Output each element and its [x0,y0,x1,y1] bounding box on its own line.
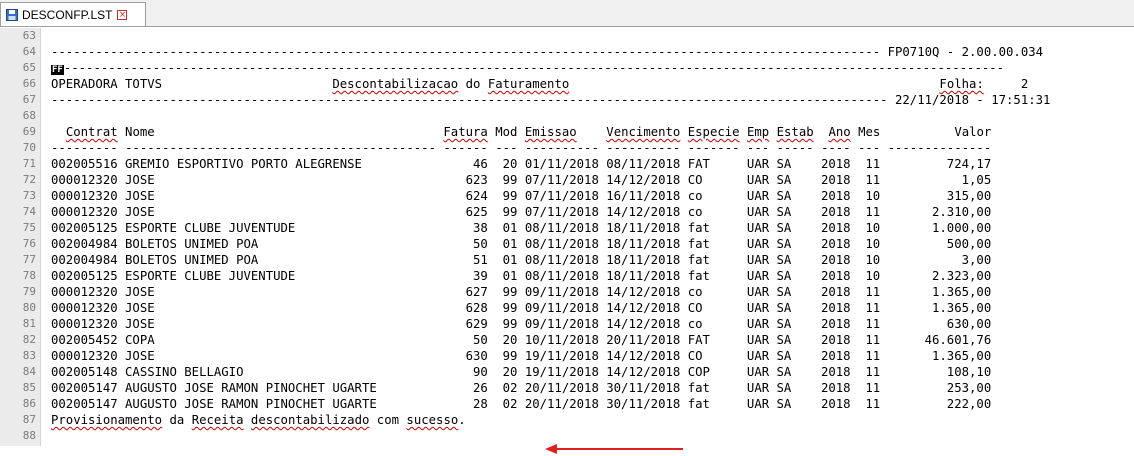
code-line: 002005125 ESPORTE CLUBE JUVENTUDE 39 01 … [51,268,991,284]
file-tab[interactable]: DESCONFP.LST × [0,2,146,26]
code-line: Contrat Nome Fatura Mod Emissao Vencimen… [51,124,992,140]
line-text: 002004984 BOLETOS UNIMED POA 50 01 08/11… [51,237,992,251]
line-number: 81 [22,317,36,330]
form-feed-marker: FF [51,65,64,75]
line-text: 002005125 ESPORTE CLUBE JUVENTUDE 39 01 … [51,269,992,283]
code-line: 000012320 JOSE 628 99 09/11/2018 14/12/2… [51,300,991,316]
line-number: 72 [22,173,36,186]
floppy-disk-icon [6,8,18,21]
line-text: Provisionamento da Receita descontabiliz… [51,413,466,427]
line-number: 65 [22,61,36,74]
line-text: 000012320 JOSE 630 99 19/11/2018 14/12/2… [51,349,992,363]
line-number: 70 [22,141,36,154]
line-text: --------- ------------------------------… [51,141,992,155]
line-text: 000012320 JOSE 629 99 09/11/2018 14/12/2… [51,317,992,331]
line-number-gutter: 63 64 65 66 67 68 69 70 71 72 73 74 75 76 77 78 79 80 81 82… [0,28,41,446]
line-text: 002005148 CASSINO BELLAGIO 90 20 19/11/2… [51,365,992,379]
code-line: 002005147 AUGUSTO JOSE RAMON PINOCHET UG… [51,380,991,396]
line-text: 002005516 GREMIO ESPORTIVO PORTO ALEGREN… [51,157,992,171]
line-text: 002004984 BOLETOS UNIMED POA 51 01 08/11… [51,253,992,267]
line-text: ----------------------------------------… [51,93,1051,107]
code-line: 002005516 GREMIO ESPORTIVO PORTO ALEGREN… [51,156,991,172]
line-number: 67 [22,93,36,106]
code-line: 000012320 JOSE 624 99 07/11/2018 16/11/2… [51,188,991,204]
code-line: 002004984 BOLETOS UNIMED POA 51 01 08/11… [51,252,991,268]
line-text: Contrat Nome Fatura Mod Emissao Vencimen… [65,125,992,139]
code-line: 000012320 JOSE 625 99 07/11/2018 14/12/2… [51,204,991,220]
line-text: 002005125 ESPORTE CLUBE JUVENTUDE 38 01 … [51,221,992,235]
code-line: ----------------------------------------… [51,44,1043,60]
tab-bar: DESCONFP.LST × [0,0,1134,27]
line-number: 88 [22,429,36,442]
line-text: 000012320 JOSE 627 99 09/11/2018 14/12/2… [51,285,992,299]
line-number: 68 [22,109,36,122]
line-text: 000012320 JOSE 625 99 07/11/2018 14/12/2… [51,205,992,219]
line-number: 74 [22,205,36,218]
text-editor[interactable]: 63 64 65 66 67 68 69 70 71 72 73 74 75 76 77 78 79 80 81 82… [0,28,1134,454]
code-line: OPERADORA TOTVS Descontabilizacao do Fat… [51,76,1028,92]
line-text: 002005452 COPA 50 20 10/11/2018 20/11/20… [51,333,992,347]
red-arrow-annotation [545,444,683,454]
line-number: 85 [22,381,36,394]
code-line: 000012320 JOSE 629 99 09/11/2018 14/12/2… [51,316,991,332]
line-text: 002005147 AUGUSTO JOSE RAMON PINOCHET UG… [51,397,992,411]
line-number: 79 [22,285,36,298]
line-number: 64 [22,45,36,58]
code-line: 000012320 JOSE 627 99 09/11/2018 14/12/2… [51,284,991,300]
line-text: 000012320 JOSE 628 99 09/11/2018 14/12/2… [51,301,992,315]
line-number: 82 [22,333,36,346]
line-number: 75 [22,221,36,234]
line-number: 66 [22,77,36,90]
code-line: --------- ------------------------------… [51,140,991,156]
line-number: 84 [22,365,36,378]
close-icon[interactable]: × [117,9,128,20]
line-number: 80 [22,301,36,314]
code-line: 000012320 JOSE 630 99 19/11/2018 14/12/2… [51,348,991,364]
line-number: 73 [22,189,36,202]
line-number: 69 [22,125,36,138]
line-text: ----------------------------------------… [51,45,1044,59]
line-number: 86 [22,397,36,410]
tab-title: DESCONFP.LST [22,7,113,22]
line-number: 76 [22,237,36,250]
code-line: 002005452 COPA 50 20 10/11/2018 20/11/20… [51,332,991,348]
line-text: 000012320 JOSE 623 99 07/11/2018 14/12/2… [51,173,992,187]
line-text: ----------------------------------------… [63,61,1005,75]
line-text: OPERADORA TOTVS Descontabilizacao do Fat… [51,77,1029,91]
line-number: 71 [22,157,36,170]
line-number: 83 [22,349,36,362]
code-line: Provisionamento da Receita descontabiliz… [51,412,466,428]
line-number: 87 [22,413,36,426]
line-number: 63 [22,29,36,42]
code-line: 002004984 BOLETOS UNIMED POA 50 01 08/11… [51,236,991,252]
code-line: ----------------------------------------… [51,92,1050,108]
code-line: 000012320 JOSE 623 99 07/11/2018 14/12/2… [51,172,991,188]
code-line: 002005147 AUGUSTO JOSE RAMON PINOCHET UG… [51,396,991,412]
line-number: 77 [22,253,36,266]
code-line: 002005125 ESPORTE CLUBE JUVENTUDE 38 01 … [51,220,991,236]
line-text: 000012320 JOSE 624 99 07/11/2018 16/11/2… [51,189,992,203]
code-line: 002005148 CASSINO BELLAGIO 90 20 19/11/2… [51,364,991,380]
line-number: 78 [22,269,36,282]
line-text: 002005147 AUGUSTO JOSE RAMON PINOCHET UG… [51,381,992,395]
code-line: FF--------------------------------------… [51,60,1004,76]
